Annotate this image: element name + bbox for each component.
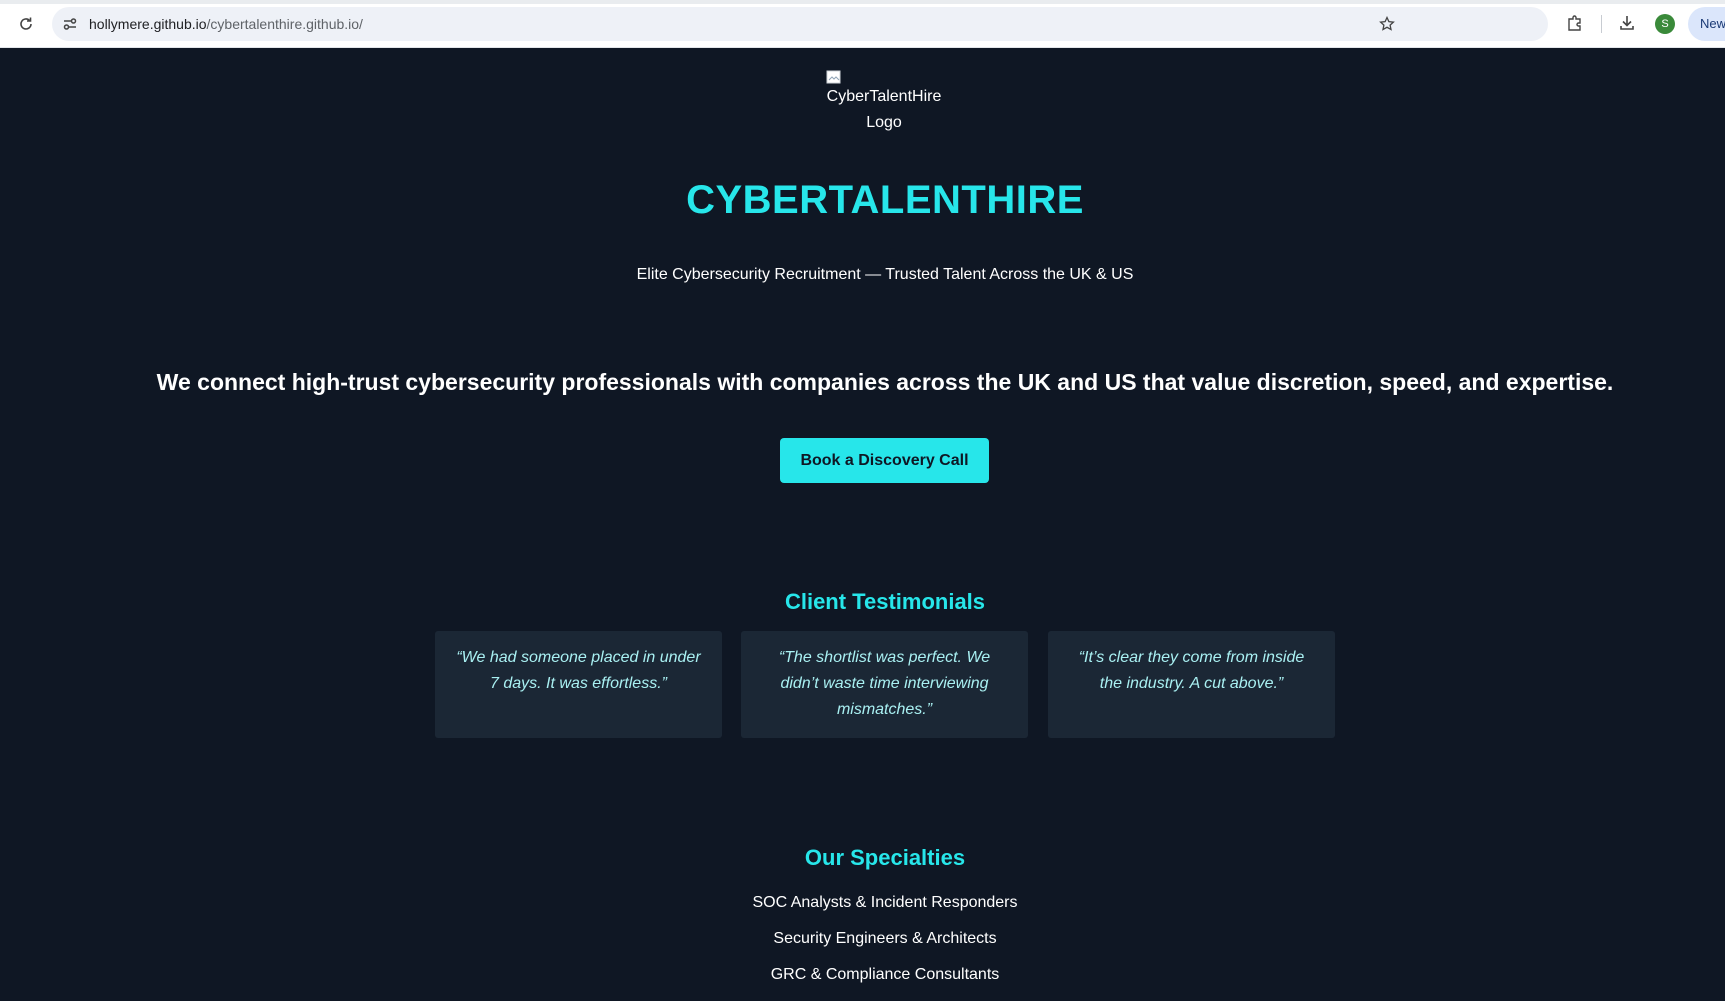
brand-title: CYBERTALENTHIRE bbox=[686, 178, 1084, 222]
testimonial-card: “The shortlist was perfect. We didn’t wa… bbox=[741, 631, 1028, 738]
testimonials-grid: “We had someone placed in under 7 days. … bbox=[435, 631, 1335, 738]
list-item: Security Engineers & Architects bbox=[773, 930, 997, 947]
url-text[interactable]: hollymere.github.io/cybertalenthire.gith… bbox=[89, 16, 363, 32]
reload-icon[interactable] bbox=[14, 12, 38, 36]
site-logo: CyberTalentHire Logo bbox=[824, 68, 944, 134]
testimonials-heading: Client Testimonials bbox=[784, 589, 986, 614]
toolbar-divider bbox=[1601, 15, 1602, 33]
tab-strip-edge bbox=[0, 0, 1725, 4]
new-chrome-button[interactable]: New bbox=[1688, 7, 1725, 41]
bookmark-star-icon[interactable] bbox=[1377, 14, 1397, 34]
hero-headline: We connect high-trust cybersecurity prof… bbox=[156, 369, 1614, 395]
browser-toolbar: hollymere.github.io/cybertalenthire.gith… bbox=[0, 0, 1725, 48]
tagline: Elite Cybersecurity Recruitment — Truste… bbox=[636, 266, 1134, 283]
specialties-list: SOC Analysts & Incident Responders Secur… bbox=[0, 893, 1725, 1001]
download-icon[interactable] bbox=[1617, 13, 1637, 33]
book-discovery-call-button[interactable]: Book a Discovery Call bbox=[780, 438, 989, 483]
page-content: CyberTalentHire Logo CYBERTALENTHIRE Eli… bbox=[0, 48, 1725, 991]
profile-avatar[interactable]: S bbox=[1655, 14, 1675, 34]
extensions-icon[interactable] bbox=[1565, 13, 1585, 33]
broken-image-icon bbox=[826, 68, 842, 84]
list-item: GRC & Compliance Consultants bbox=[770, 966, 1000, 983]
url-host: hollymere.github.io bbox=[89, 16, 207, 32]
address-bar[interactable]: hollymere.github.io/cybertalenthire.gith… bbox=[52, 7, 1548, 41]
site-settings-icon[interactable] bbox=[60, 14, 80, 34]
testimonial-card: “It’s clear they come from inside the in… bbox=[1048, 631, 1335, 738]
testimonial-card: “We had someone placed in under 7 days. … bbox=[435, 631, 722, 738]
specialties-heading: Our Specialties bbox=[804, 845, 966, 870]
url-path: /cybertalenthire.github.io/ bbox=[206, 16, 363, 32]
logo-alt-text: CyberTalentHire Logo bbox=[826, 88, 942, 131]
list-item: SOC Analysts & Incident Responders bbox=[752, 894, 1018, 911]
